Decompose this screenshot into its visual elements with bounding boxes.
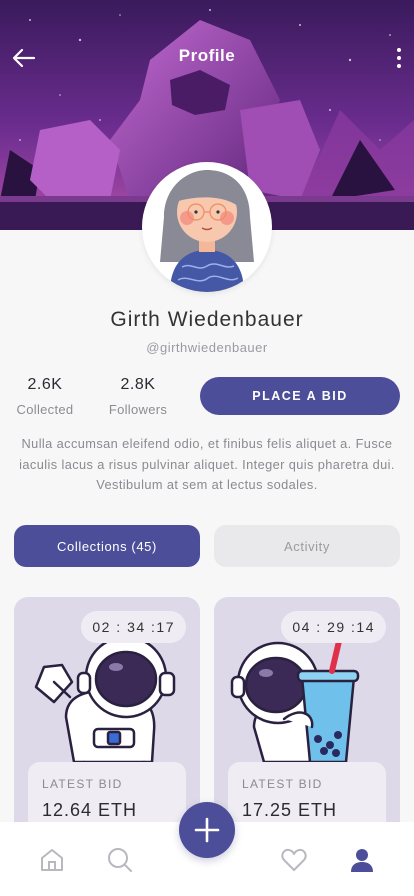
latest-bid-value: 17.25 ETH (242, 800, 338, 820)
profile-name: Girth Wiedenbauer (110, 308, 304, 331)
home-icon (41, 849, 63, 871)
astronaut-boba-artwork (230, 634, 360, 764)
latest-bid-label: LATEST BID (42, 777, 123, 791)
search-icon (108, 848, 132, 872)
stat-label: Collected (16, 402, 74, 417)
profile-bio: Nulla accumsan eleifend odio, et finibus… (19, 436, 395, 492)
more-options-button[interactable] (392, 44, 406, 72)
page-title: Profile (178, 46, 236, 65)
avatar-illustration (160, 170, 254, 292)
heart-icon (281, 848, 307, 871)
nav-home[interactable] (38, 846, 66, 874)
latest-bid-value: 12.64 ETH (42, 800, 138, 820)
nav-favorites[interactable] (280, 846, 308, 874)
nft-card[interactable]: 02 : 34 :17 LATEST BID 12.64 ETH (14, 597, 200, 857)
more-vertical-icon (397, 48, 401, 68)
nft-card[interactable]: 04 : 29 :14 LATEST BID 17.25 ETH (214, 597, 400, 857)
stat-label: Followers (108, 402, 168, 417)
latest-bid-label: LATEST BID (242, 777, 323, 791)
tab-collections[interactable]: Collections (45) (14, 525, 200, 567)
nav-search[interactable] (106, 846, 134, 874)
avatar[interactable] (142, 162, 272, 292)
stat-followers[interactable]: 2.8K Followers (104, 376, 172, 417)
stat-collected: 2.6K Collected (10, 376, 80, 417)
tab-activity[interactable]: Activity (214, 525, 400, 567)
add-button[interactable] (179, 802, 235, 858)
auction-timer: 02 : 34 :17 (81, 611, 186, 643)
astronaut-waving-artwork (34, 635, 176, 777)
user-icon (351, 849, 373, 872)
add-icon (194, 817, 220, 843)
nav-profile[interactable] (348, 846, 376, 874)
stat-value: 2.6K (27, 376, 63, 393)
profile-handle: @girthwiedenbauer (146, 340, 268, 355)
stat-value: 2.8K (120, 376, 156, 393)
top-bar: Profile (0, 36, 414, 80)
place-bid-button[interactable]: PLACE A BID (200, 377, 400, 415)
auction-timer: 04 : 29 :14 (281, 611, 386, 643)
